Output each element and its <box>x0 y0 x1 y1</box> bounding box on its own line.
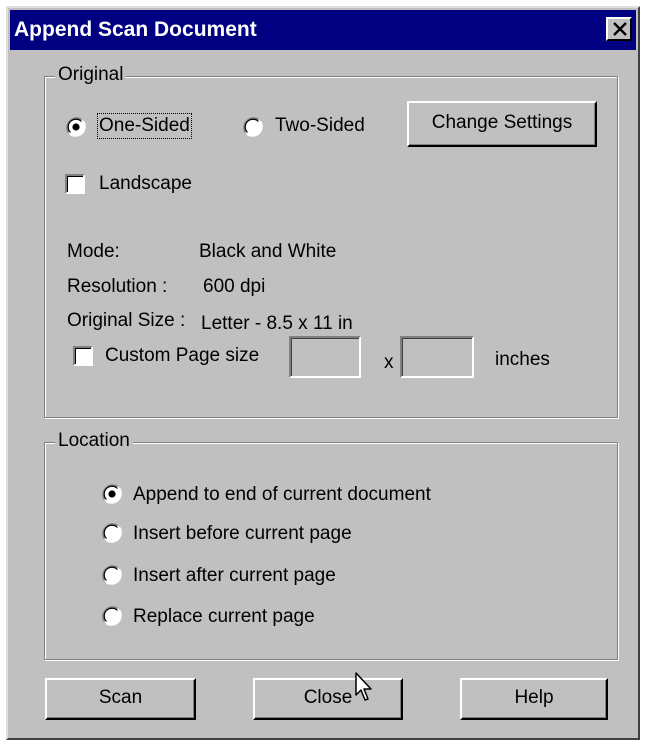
help-button[interactable]: Help <box>460 678 608 720</box>
location-legend: Location <box>55 430 133 452</box>
scan-button[interactable]: Scan <box>45 678 196 720</box>
window-close-button[interactable] <box>606 17 632 41</box>
close-label: Close <box>303 687 353 708</box>
landscape-checkbox[interactable] <box>65 174 85 194</box>
insert-after-label[interactable]: Insert after current page <box>133 565 336 587</box>
original-group: Original One-Sided Two-Sided Change Sett… <box>44 64 618 418</box>
insert-before-label[interactable]: Insert before current page <box>133 523 352 545</box>
scan-label: Scan <box>98 687 143 708</box>
dimension-separator: x <box>384 352 394 373</box>
change-settings-button[interactable]: Change Settings <box>407 101 597 147</box>
resolution-label: Resolution : <box>67 276 168 297</box>
replace-page-radio[interactable] <box>101 605 123 627</box>
original-legend: Original <box>55 64 127 86</box>
append-scan-dialog: Append Scan Document Original One-Sided … <box>6 6 640 740</box>
units-label: inches <box>495 349 550 370</box>
two-sided-label[interactable]: Two-Sided <box>275 115 365 137</box>
append-end-radio[interactable] <box>101 483 123 505</box>
resolution-value: 600 dpi <box>203 276 266 297</box>
custom-height-input[interactable] <box>400 336 474 378</box>
one-sided-label[interactable]: One-Sided <box>97 113 192 139</box>
original-size-value: Letter - 8.5 x 11 in <box>201 313 353 334</box>
window-title: Append Scan Document <box>14 18 257 41</box>
custom-page-size-checkbox[interactable] <box>73 346 93 366</box>
mode-label: Mode: <box>67 241 120 262</box>
help-label: Help <box>514 687 554 708</box>
one-sided-radio[interactable] <box>65 116 87 138</box>
two-sided-radio[interactable] <box>242 116 264 138</box>
replace-page-label[interactable]: Replace current page <box>133 606 315 628</box>
custom-page-size-label[interactable]: Custom Page size <box>105 345 259 367</box>
mode-value: Black and White <box>199 241 337 262</box>
mouse-pointer-icon <box>355 672 372 701</box>
append-end-label[interactable]: Append to end of current document <box>133 484 431 506</box>
title-bar[interactable]: Append Scan Document <box>10 10 636 50</box>
location-group: Location Append to end of current docume… <box>44 430 618 660</box>
change-settings-label: Change Settings <box>431 112 573 133</box>
original-size-label: Original Size : <box>67 310 186 331</box>
insert-after-radio[interactable] <box>101 564 123 586</box>
landscape-label[interactable]: Landscape <box>99 173 192 195</box>
close-icon <box>613 22 627 36</box>
custom-width-input[interactable] <box>289 336 361 378</box>
insert-before-radio[interactable] <box>101 522 123 544</box>
close-button[interactable]: Close <box>253 678 403 720</box>
